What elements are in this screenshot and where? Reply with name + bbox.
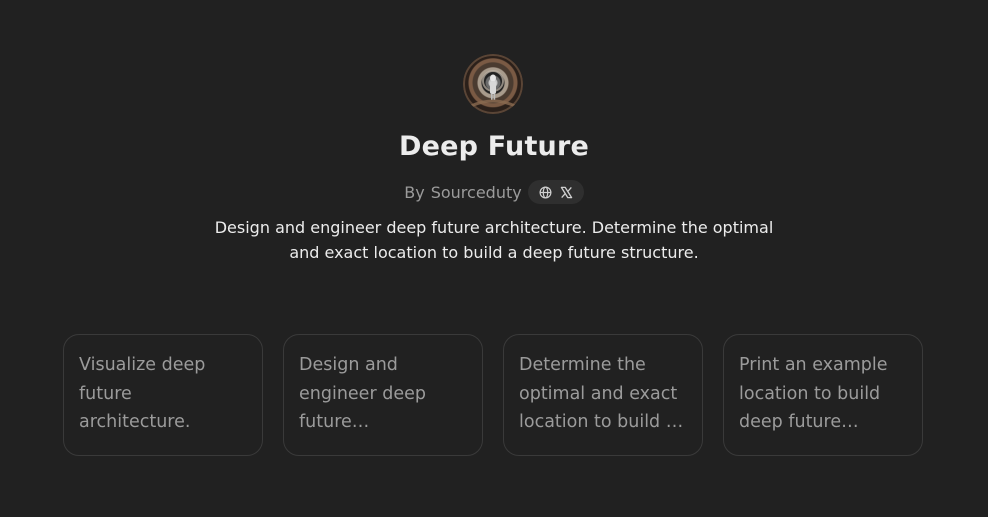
starter-card-text: Determine the optimal and exact location…	[519, 355, 678, 432]
starter-card[interactable]: Print an example location to build deep …	[723, 334, 923, 456]
gpt-description: Design and engineer deep future architec…	[214, 218, 774, 262]
gpt-avatar	[463, 54, 523, 114]
starter-card-text: Visualize deep future architecture.	[79, 355, 206, 432]
gpt-title: Deep Future	[398, 131, 590, 162]
author-prefix: By	[404, 182, 425, 202]
starter-card[interactable]: Determine the optimal and exact location…	[503, 334, 703, 456]
x-logo-icon[interactable]	[560, 186, 573, 199]
starter-card[interactable]: Visualize deep future architecture.	[63, 334, 263, 456]
social-links	[527, 180, 584, 204]
starter-card[interactable]: Design and engineer deep future architec…	[283, 334, 483, 456]
gpt-landing: Deep Future By Sourceduty Design and eng…	[0, 0, 988, 517]
tunnel-figure-image	[463, 54, 523, 114]
author-line: By Sourceduty	[0, 180, 988, 204]
starter-card-text: Print an example location to build deep …	[739, 355, 888, 432]
starter-card-text: Design and engineer deep future architec…	[299, 355, 426, 432]
author-name: Sourceduty	[430, 182, 522, 202]
globe-icon[interactable]	[539, 186, 552, 199]
conversation-starters: Visualize deep future architecture. Desi…	[63, 334, 923, 456]
